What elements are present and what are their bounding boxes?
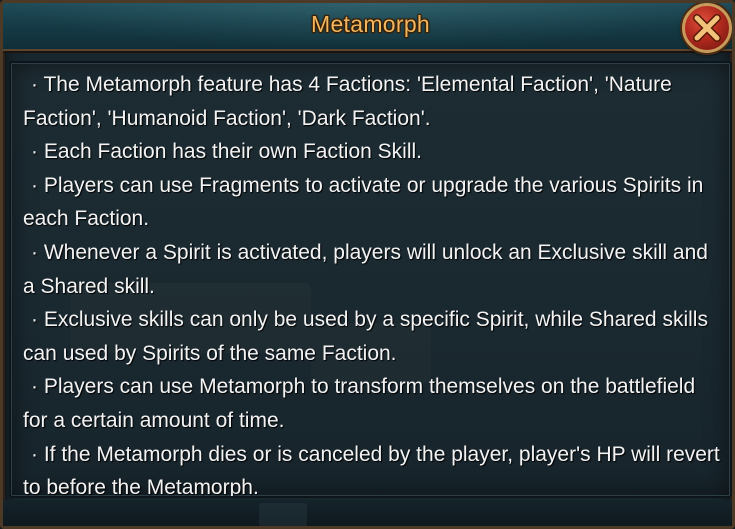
info-paragraph: · Whenever a Spirit is activated, player… <box>23 240 708 298</box>
info-text: · The Metamorph feature has 4 Factions: … <box>23 68 723 498</box>
metamorph-dialog: Metamorph · The Metamorph feature has 4 … <box>0 0 735 529</box>
info-paragraph: · If the Metamorph dies or is canceled b… <box>23 442 720 498</box>
info-paragraph: · Exclusive skills can only be used by a… <box>23 308 708 365</box>
dialog-title: Metamorph <box>310 11 431 37</box>
info-paragraph: · Each Faction has their own Faction Ski… <box>31 140 423 164</box>
info-paragraph: · The Metamorph feature has 4 Factions: … <box>23 73 672 130</box>
background-chip <box>259 503 307 526</box>
bottom-strip <box>3 500 732 526</box>
close-icon <box>693 14 721 42</box>
close-button[interactable] <box>682 3 732 53</box>
info-paragraph: · Players can use Metamorph to transform… <box>23 375 696 432</box>
info-paragraph: · Players can use Fragments to activate … <box>23 173 704 231</box>
title-bar: Metamorph <box>3 3 732 51</box>
info-panel[interactable]: · The Metamorph feature has 4 Factions: … <box>9 61 732 498</box>
